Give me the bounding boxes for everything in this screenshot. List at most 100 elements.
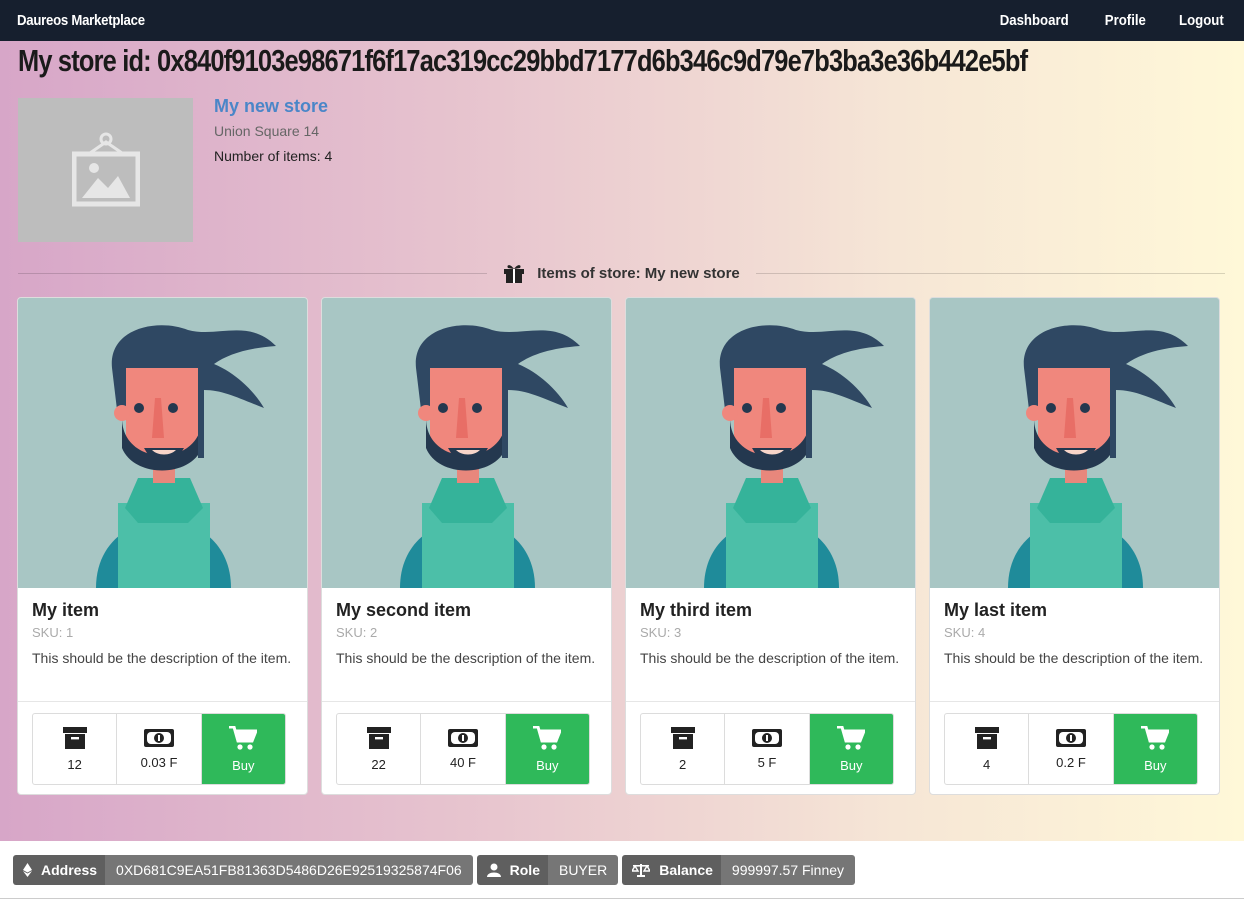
- money-icon: [447, 728, 478, 747]
- item-card-2: My second item SKU: 2 This should be the…: [321, 297, 612, 795]
- section-divider: Items of store: My new store: [18, 263, 1226, 283]
- balance-tag: Balance 999997.57 Finney: [622, 855, 856, 885]
- item-quantity: 2: [641, 714, 726, 784]
- card-divider: [18, 701, 307, 702]
- item-actions: 4 0.2 F Buy: [944, 713, 1198, 785]
- section-title: Items of store: My new store: [537, 264, 740, 282]
- card-divider: [930, 701, 1219, 702]
- archive-icon: [366, 726, 391, 749]
- role-tag: Role BUYER: [476, 855, 619, 885]
- money-icon: [751, 728, 782, 747]
- divider-line-right: [755, 272, 1226, 274]
- archive-icon: [62, 726, 87, 749]
- address-label: Address: [41, 862, 98, 878]
- item-price-value: 0.03 F: [140, 754, 178, 770]
- nav-profile-link[interactable]: Profile: [1104, 12, 1145, 29]
- item-card-3: My third item SKU: 3 This should be the …: [625, 297, 916, 795]
- address-tag: Address 0XD681C9EA51FB81363D5486D26E9251…: [13, 855, 473, 885]
- item-quantity-value: 22: [371, 756, 386, 772]
- gift-icon: [504, 265, 525, 283]
- store-item-count: Number of items: 4: [214, 148, 333, 164]
- item-avatar: [626, 298, 915, 588]
- brand-logo[interactable]: Daureos Marketplace: [17, 12, 145, 29]
- buy-button-label: Buy: [536, 757, 559, 773]
- item-price: 5 F: [725, 714, 810, 784]
- item-sku: SKU: 4: [944, 625, 986, 640]
- buy-button[interactable]: Buy: [201, 714, 285, 784]
- item-price: 0.03 F: [117, 714, 202, 784]
- store-id-heading: My store id: 0x840f9103e98671f6f17ac319c…: [18, 43, 1028, 78]
- item-description: This should be the description of the it…: [336, 650, 596, 666]
- item-description: This should be the description of the it…: [640, 650, 900, 666]
- item-card-4: My last item SKU: 4 This should be the d…: [929, 297, 1220, 795]
- status-footer: Address 0XD681C9EA51FB81363D5486D26E9251…: [0, 841, 1244, 899]
- top-navbar: Daureos Marketplace Dashboard Profile Lo…: [0, 0, 1244, 41]
- address-value: 0XD681C9EA51FB81363D5486D26E92519325874F…: [105, 855, 473, 885]
- nav-logout-link[interactable]: Logout: [1179, 12, 1224, 29]
- nav-links: Dashboard Profile Logout: [967, 12, 1227, 29]
- balance-label: Balance: [659, 862, 713, 878]
- item-sku: SKU: 2: [336, 625, 378, 640]
- item-cards: My item SKU: 1 This should be the descri…: [17, 297, 1220, 795]
- balance-scale-icon: [632, 864, 651, 877]
- item-sku: SKU: 3: [640, 625, 682, 640]
- user-icon: [486, 863, 501, 877]
- item-price-value: 0.2 F: [1056, 754, 1086, 770]
- cart-icon: [837, 725, 866, 750]
- status-labels: Address 0XD681C9EA51FB81363D5486D26E9251…: [13, 855, 856, 885]
- buy-button-label: Buy: [1144, 757, 1167, 773]
- section-header: Items of store: My new store: [487, 263, 756, 283]
- balance-value: 999997.57 Finney: [720, 855, 856, 885]
- ethereum-icon: [23, 863, 32, 877]
- balance-tag-key: Balance: [622, 855, 721, 885]
- buy-button[interactable]: Buy: [809, 714, 893, 784]
- item-avatar: [18, 298, 307, 588]
- buy-button-label: Buy: [232, 757, 255, 773]
- role-value: BUYER: [547, 855, 619, 885]
- item-title[interactable]: My third item: [640, 600, 752, 621]
- item-card-1: My item SKU: 1 This should be the descri…: [17, 297, 308, 795]
- buy-button[interactable]: Buy: [1113, 714, 1197, 784]
- item-price: 0.2 F: [1029, 714, 1114, 784]
- store-name-link[interactable]: My new store: [214, 96, 328, 117]
- cart-icon: [229, 725, 258, 750]
- item-title[interactable]: My second item: [336, 600, 471, 621]
- store-image: [18, 98, 193, 242]
- store-address: Union Square 14: [214, 123, 320, 139]
- item-price: 40 F: [421, 714, 506, 784]
- item-title[interactable]: My last item: [944, 600, 1047, 621]
- buy-button-label: Buy: [840, 757, 863, 773]
- item-quantity: 22: [337, 714, 422, 784]
- money-icon: [1055, 728, 1086, 747]
- archive-icon: [670, 726, 695, 749]
- item-sku: SKU: 1: [32, 625, 74, 640]
- item-quantity: 12: [33, 714, 118, 784]
- item-actions: 22 40 F Buy: [336, 713, 590, 785]
- item-quantity-value: 2: [679, 756, 687, 772]
- item-quantity-value: 4: [983, 756, 991, 772]
- buy-button[interactable]: Buy: [505, 714, 589, 784]
- archive-icon: [974, 726, 999, 749]
- role-tag-key: Role: [476, 855, 548, 885]
- item-quantity-value: 12: [67, 756, 82, 772]
- cart-icon: [533, 725, 562, 750]
- item-description: This should be the description of the it…: [32, 650, 292, 666]
- address-tag-key: Address: [13, 855, 106, 885]
- item-quantity: 4: [945, 714, 1030, 784]
- item-title[interactable]: My item: [32, 600, 99, 621]
- item-actions: 2 5 F Buy: [640, 713, 894, 785]
- item-avatar: [930, 298, 1219, 588]
- nav-dashboard-link[interactable]: Dashboard: [1000, 12, 1069, 29]
- item-description: This should be the description of the it…: [944, 650, 1204, 666]
- role-label: Role: [509, 862, 540, 878]
- card-divider: [322, 701, 611, 702]
- divider-line-left: [18, 272, 488, 274]
- item-price-value: 5 F: [757, 754, 777, 770]
- item-actions: 12 0.03 F Buy: [32, 713, 286, 785]
- cart-icon: [1141, 725, 1170, 750]
- main-content: My store id: 0x840f9103e98671f6f17ac319c…: [0, 41, 1244, 841]
- item-price-value: 40 F: [449, 754, 476, 770]
- image-placeholder-icon: [71, 132, 140, 207]
- card-divider: [626, 701, 915, 702]
- item-avatar: [322, 298, 611, 588]
